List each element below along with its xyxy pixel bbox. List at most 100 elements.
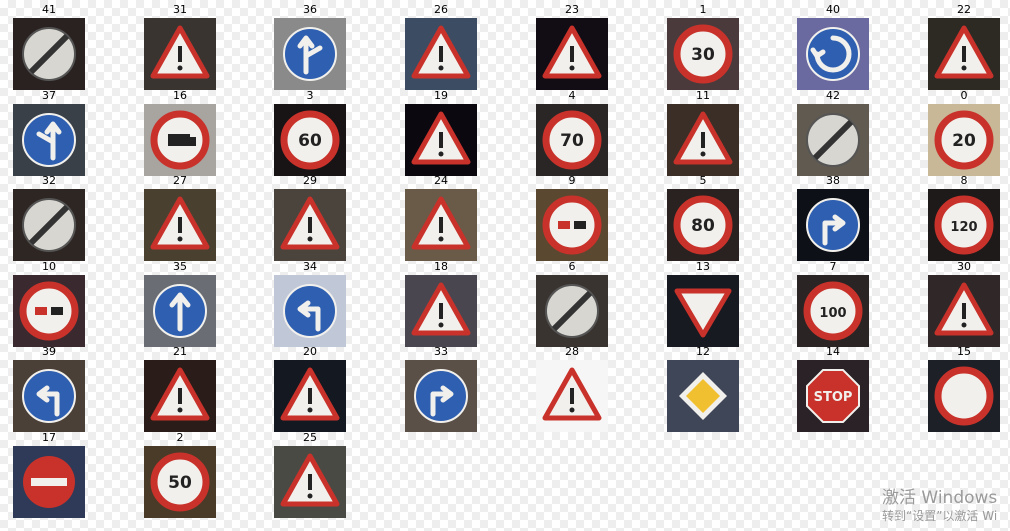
sign-class-label: 5: [699, 174, 707, 187]
sign-image: 20: [934, 110, 994, 170]
sign-cell: 13: [667, 260, 739, 347]
sign-image: [22, 198, 76, 252]
sign-thumbnail-warning-triangle-bumpy-road: [928, 18, 1000, 90]
sign-text: 20: [952, 131, 976, 151]
sign-graphic: [22, 369, 76, 423]
sign-cell: 28: [536, 345, 608, 432]
sign-class-label: 7: [829, 260, 837, 273]
sign-image: [150, 196, 210, 250]
sign-cell: 1 30: [667, 3, 739, 90]
sign-text: 120: [950, 220, 977, 235]
sign-image: [22, 369, 76, 423]
sign-thumbnail-warning-triangle-bicycles: [274, 189, 346, 261]
sign-thumbnail-turn-right-ahead: [405, 360, 477, 432]
sign-thumbnail-warning-triangle-snow: [928, 275, 1000, 347]
sign-text: 30: [691, 45, 715, 65]
sign-thumbnail-end-all-limits: [13, 189, 85, 261]
sign-cell: 15: [928, 345, 1000, 432]
sign-graphic: [542, 367, 602, 421]
sign-class-label: 16: [173, 89, 187, 102]
sign-image: [411, 282, 471, 336]
sign-graphic: [283, 27, 337, 81]
sign-image: 50: [150, 452, 210, 512]
sign-class-label: 8: [960, 174, 968, 187]
sign-thumbnail-speed-limit-100: 100: [797, 275, 869, 347]
sign-thumbnail-roundabout-mandatory: [797, 18, 869, 90]
sign-thumbnail-end-no-overtaking-trucks: [797, 104, 869, 176]
sign-image: [934, 282, 994, 336]
sign-image: 30: [673, 24, 733, 84]
sign-class-label: 27: [173, 174, 187, 187]
sign-text: 60: [298, 131, 322, 151]
sign-image: [19, 281, 79, 341]
sign-cell: 42: [797, 89, 869, 176]
sign-cell: 34: [274, 260, 346, 347]
sign-class-label: 25: [303, 431, 317, 444]
sign-image: [414, 369, 468, 423]
sign-class-label: 21: [173, 345, 187, 358]
sign-cell: 39: [13, 345, 85, 432]
sign-thumbnail-stop: STOP: [797, 360, 869, 432]
sign-cell: 8 120: [928, 174, 1000, 261]
sign-graphic: [414, 369, 468, 423]
sign-thumbnail-speed-limit-60: 60: [274, 104, 346, 176]
sign-graphic: 60: [280, 110, 340, 170]
sign-thumbnail-warning-triangle-curve-right: [274, 360, 346, 432]
sign-cell: 7 100: [797, 260, 869, 347]
sign-class-label: 41: [42, 3, 56, 16]
sign-class-label: 11: [696, 89, 710, 102]
sign-class-label: 34: [303, 260, 317, 273]
sign-graphic: [673, 111, 733, 165]
sign-image: [280, 367, 340, 421]
sign-image: [411, 25, 471, 79]
sign-image: [150, 110, 210, 170]
sign-thumbnail-warning-triangle-double-curve: [144, 360, 216, 432]
sign-thumbnail-turn-left-ahead: [274, 275, 346, 347]
sign-image: [153, 284, 207, 338]
sign-thumbnail-warning-triangle-road-work: [274, 446, 346, 518]
sign-class-label: 17: [42, 431, 56, 444]
sign-image: 120: [934, 195, 994, 255]
sign-image: 70: [542, 110, 602, 170]
sign-thumbnail-end-speed-limit-80: [536, 275, 608, 347]
sign-class-label: 24: [434, 174, 448, 187]
sign-graphic: [150, 196, 210, 250]
sign-cell: 10: [13, 260, 85, 347]
sign-graphic: 50: [150, 452, 210, 512]
sign-cell: 4 70: [536, 89, 608, 176]
sign-cell: 31: [144, 3, 216, 90]
sign-thumbnail-speed-limit-20: 20: [928, 104, 1000, 176]
sign-class-label: 4: [568, 89, 576, 102]
sign-graphic: [19, 281, 79, 341]
sign-graphic: [934, 282, 994, 336]
watermark-title: 激活 Windows: [882, 488, 998, 508]
sign-class-label: 18: [434, 260, 448, 273]
sign-thumbnail-yield: [667, 275, 739, 347]
sign-image: [545, 284, 599, 338]
sign-graphic: [411, 111, 471, 165]
sign-graphic: [23, 456, 75, 508]
sign-image: [22, 27, 76, 81]
sign-image: 80: [673, 195, 733, 255]
sign-cell: 25: [274, 431, 346, 518]
sign-image: [280, 196, 340, 250]
sign-graphic: [22, 198, 76, 252]
sign-graphic: [411, 25, 471, 79]
sign-thumbnail-warning-triangle-traffic-signals: [405, 18, 477, 90]
sign-class-label: 33: [434, 345, 448, 358]
sign-text: 80: [691, 216, 715, 236]
sign-thumbnail-warning-triangle-children: [536, 360, 608, 432]
sign-graphic: [674, 288, 732, 338]
sign-graphic: [679, 372, 727, 420]
windows-activation-watermark: 激活 Windows 转到“设置”以激活 Wi: [882, 488, 1010, 524]
sign-image: [542, 195, 602, 255]
sign-graphic: [411, 196, 471, 250]
sign-class-label: 36: [303, 3, 317, 16]
sign-cell: 22: [928, 3, 1000, 90]
sign-class-label: 31: [173, 3, 187, 16]
sign-cell: 17: [13, 431, 85, 518]
sign-cell: 0 20: [928, 89, 1000, 176]
sign-thumbnail-warning-triangle-right-of-way: [667, 104, 739, 176]
sign-thumbnail-speed-limit-30: 30: [667, 18, 739, 90]
sign-class-label: 39: [42, 345, 56, 358]
